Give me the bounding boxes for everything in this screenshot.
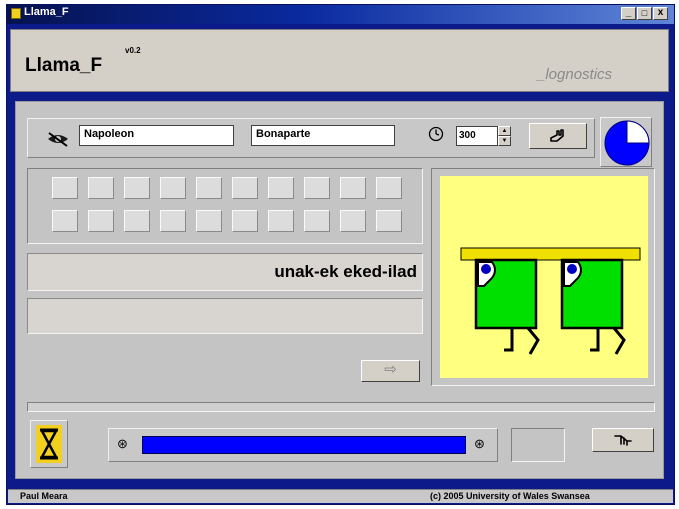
progress-track xyxy=(142,436,466,454)
progress-fill xyxy=(143,437,465,453)
word-grid-cells xyxy=(52,177,412,239)
maximize-button[interactable]: □ xyxy=(637,7,652,20)
hand-pointer-icon xyxy=(550,129,564,142)
grid-cell[interactable] xyxy=(232,210,258,232)
app-icon xyxy=(11,8,21,19)
app-title: Llama_F xyxy=(25,55,103,76)
grid-cell[interactable] xyxy=(196,177,222,199)
answer-bar xyxy=(27,298,423,334)
grid-cell[interactable] xyxy=(340,177,366,199)
brand-label: _lognostics xyxy=(537,66,613,83)
grid-cell[interactable] xyxy=(52,210,78,232)
divider xyxy=(27,402,655,412)
eye-icon xyxy=(46,131,70,152)
grid-cell[interactable] xyxy=(124,177,150,199)
progress-end-icon: ⊛ xyxy=(474,436,485,451)
grid-cell[interactable] xyxy=(88,177,114,199)
llama-picture xyxy=(440,176,648,378)
grid-cell[interactable] xyxy=(124,210,150,232)
last-name-field[interactable]: Bonaparte xyxy=(251,125,395,146)
grid-cell[interactable] xyxy=(340,210,366,232)
grid-cell[interactable] xyxy=(88,210,114,232)
grid-cell[interactable] xyxy=(376,177,402,199)
timer-pie-elapsed xyxy=(626,120,650,144)
first-name-field[interactable]: Napoleon xyxy=(79,125,234,146)
spinner-down-button[interactable]: ▼ xyxy=(498,136,511,146)
grid-cell[interactable] xyxy=(304,177,330,199)
grid-cell[interactable] xyxy=(160,177,186,199)
timer-pie xyxy=(604,120,650,166)
exit-button[interactable] xyxy=(592,428,654,452)
status-copyright: (c) 2005 University of Wales Swansea xyxy=(430,491,590,501)
grid-cell[interactable] xyxy=(268,177,294,199)
grid-cell[interactable] xyxy=(376,210,402,232)
progress-start-icon: ⊛ xyxy=(117,436,128,451)
word-display-text: unak-ek eked-ilad xyxy=(274,262,417,281)
grid-cell[interactable] xyxy=(160,210,186,232)
hourglass-icon xyxy=(36,425,62,463)
settings-button[interactable] xyxy=(529,123,587,149)
grid-cell[interactable] xyxy=(196,210,222,232)
grid-cell[interactable] xyxy=(232,177,258,199)
score-box xyxy=(511,428,565,462)
timer-input[interactable]: 300 xyxy=(456,126,498,146)
status-author: Paul Meara xyxy=(20,491,68,501)
version-label: v0.2 xyxy=(125,46,141,55)
grid-cell[interactable] xyxy=(52,177,78,199)
next-button[interactable]: ⇨ xyxy=(361,360,420,382)
clock-icon xyxy=(428,126,444,147)
grid-cell[interactable] xyxy=(268,210,294,232)
close-button[interactable]: x xyxy=(653,7,668,20)
spinner-up-button[interactable]: ▲ xyxy=(498,126,511,136)
grid-cell[interactable] xyxy=(304,210,330,232)
window-title: Llama_F xyxy=(24,6,69,18)
hand-exit-icon xyxy=(614,435,632,446)
title-bar xyxy=(7,5,674,24)
minimize-button[interactable]: _ xyxy=(621,7,636,20)
